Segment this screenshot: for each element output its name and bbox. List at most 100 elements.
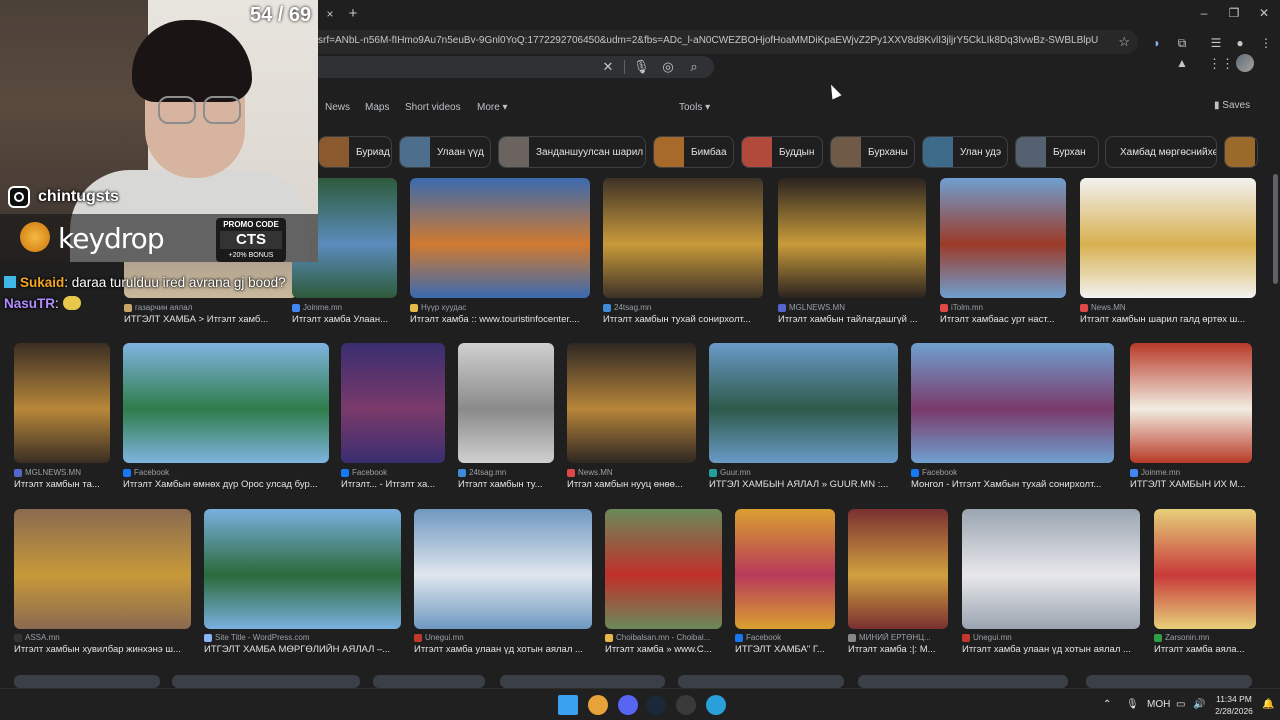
result-thumbnail[interactable] [605,509,722,629]
result-source[interactable]: Facebook [123,468,329,477]
reading-mode-icon[interactable]: ◗ [1150,36,1164,50]
clear-search-icon[interactable]: ✕ [600,59,616,75]
new-tab-button[interactable]: + [344,5,362,23]
result-thumbnail[interactable] [14,675,160,688]
result-thumbnail[interactable] [458,343,554,463]
image-result-card[interactable]: MGLNEWS.MN Итгэлт хамбын тайлагдашгүй ... [778,178,926,332]
result-title[interactable]: Итгэлт хамбын шарил галд өртөх ш... [1080,314,1256,325]
image-result-card[interactable]: Guur.mn ИТГЭЛ ХАМБЫН АЯЛАЛ » GUUR.MN :... [709,343,898,497]
result-thumbnail[interactable] [1080,178,1256,298]
minimize-icon[interactable]: – [1196,6,1212,20]
saves-button[interactable]: ▮ Saves [1214,100,1250,111]
result-title[interactable]: ИТГЭЛТ ХАМБА > Итгэлт хамб... [124,314,297,325]
result-source[interactable]: MGLNEWS.MN [14,468,110,477]
result-thumbnail[interactable] [709,343,898,463]
image-result-card[interactable]: News.MN Итгэлт хамбын шарил галд өртөх ш.… [1080,178,1256,332]
image-result-card[interactable]: ASSA.mn Итгэлт хамбын хувилбар жинхэнэ ш.… [14,509,191,662]
result-title[interactable]: Итгэлт хамба аяла... [1154,644,1256,655]
google-apps-icon[interactable]: ⋮⋮ [1208,56,1234,72]
bookmark-star-icon[interactable]: ☆ [1118,34,1130,50]
result-thumbnail[interactable] [500,675,665,688]
discord-icon[interactable] [618,695,638,715]
tab-close-button[interactable]: × [322,6,338,22]
image-result-card[interactable]: Facebook ИТГЭЛТ ХАМБА" Г... [735,509,835,662]
image-result-card[interactable]: Нүүр хуудасИтгэлт хамба :: www.touristin… [410,178,590,332]
obs-icon[interactable] [676,695,696,715]
volume-icon[interactable]: 🔊 [1193,699,1205,710]
result-source[interactable]: Joinme.mn [1130,468,1252,477]
result-thumbnail[interactable] [14,509,191,629]
profile-icon[interactable]: ● [1233,36,1247,50]
chrome-icon[interactable] [588,695,608,715]
image-result-card[interactable]: News.MN Итгэл хамбын нууц өнөө... [567,343,696,497]
result-thumbnail[interactable] [962,509,1140,629]
image-result-card[interactable]: Unegui.mn Итгэлт хамба улаан үд хотын аял… [962,509,1140,662]
image-result-card[interactable]: Facebook Итгэлт... - Итгэлт ха... [341,343,445,497]
result-source[interactable]: Site Title - WordPress.com [204,633,401,642]
result-source[interactable]: Unegui.mn [414,633,592,642]
clock-time[interactable]: 11:34 PM [1212,694,1256,704]
result-source[interactable]: Zarsonin.mn [1154,633,1256,642]
result-title[interactable]: Итгэлт... - Итгэлт ха... [341,479,445,490]
result-thumbnail[interactable] [373,675,485,688]
result-thumbnail[interactable] [858,675,1068,688]
telegram-icon[interactable] [706,695,726,715]
result-title[interactable]: Итгэлт хамба :: www.touristinfocenter...… [410,314,590,325]
chip-3[interactable]: Занданшуулсан шарил [498,136,646,168]
image-result-card[interactable]: 24tsag.mn Итгэлт хамбын ту... [458,343,554,497]
image-result-card[interactable]: Zarsonin.mn Итгэлт хамба аяла... [1154,509,1256,662]
input-language[interactable]: MOH [1147,699,1170,710]
nav-more[interactable]: More ▾ [477,102,508,113]
result-thumbnail[interactable] [414,509,592,629]
chip-9[interactable]: Хамбад мөргөснийхөө [1105,136,1217,168]
account-avatar[interactable] [1236,54,1254,72]
result-thumbnail[interactable] [172,675,360,688]
labs-icon[interactable]: ▲ [1176,56,1188,70]
result-thumbnail[interactable] [603,178,763,298]
result-source[interactable]: Facebook [911,468,1114,477]
result-source[interactable]: Unegui.mn [962,633,1140,642]
nav-news[interactable]: News [325,102,350,113]
result-thumbnail[interactable] [778,178,926,298]
search-box[interactable]: ✕ 🎙 ◎ ⌕ [300,56,714,78]
windows-start-icon[interactable] [558,695,578,715]
result-thumbnail[interactable] [911,343,1114,463]
result-source[interactable]: Нүүр хуудас [410,303,590,312]
result-source[interactable]: News.MN [1080,303,1256,312]
result-title[interactable]: Итгэлт хамбын та... [14,479,110,490]
image-result-card[interactable]: МИНИЙ ЕРТӨНЦ... Итгэлт хамба :|: М... [848,509,948,662]
result-thumbnail[interactable] [678,675,844,688]
chip-10[interactable] [1224,136,1258,168]
result-title[interactable]: Итгэлт хамба » www.C... [605,644,722,655]
result-title[interactable]: Итгэлт хамбын хувилбар жинхэнэ ш... [14,644,191,655]
result-source[interactable]: 24tsag.mn [603,303,763,312]
image-result-card[interactable]: MGLNEWS.MN Итгэлт хамбын та... [14,343,110,497]
result-thumbnail[interactable] [1086,675,1252,688]
address-bar[interactable]: srf=ANbL-n56M-fIHmo9Au7n5euBv-9Gnl0YoQ:1… [300,30,1138,54]
vertical-scrollbar[interactable] [1270,56,1280,688]
image-result-card[interactable]: Joinme.mn ИТГЭЛТ ХАМБЫН ИХ М... [1130,343,1252,497]
result-source[interactable]: Choibalsan.mn - Choibal... [605,633,722,642]
chip-7[interactable]: Улан удэ [922,136,1008,168]
result-thumbnail[interactable] [204,509,401,629]
result-title[interactable]: ИТГЭЛТ ХАМБА" Г... [735,644,835,655]
network-icon[interactable]: ▭ [1176,699,1185,710]
result-title[interactable]: Итгэлт хамбаас урт наст... [940,314,1066,325]
tab-search-icon[interactable]: ☰ [1209,36,1223,50]
tray-overflow-icon[interactable]: ⌃ [1103,699,1111,710]
steam-icon[interactable] [646,695,666,715]
nav-short-videos[interactable]: Short videos [405,102,461,113]
clock-date[interactable]: 2/28/2026 [1210,706,1258,716]
search-icon[interactable]: ⌕ [686,59,702,75]
result-thumbnail[interactable] [567,343,696,463]
chip-4[interactable]: Бимбаа [653,136,734,168]
result-source[interactable]: 24tsag.mn [458,468,554,477]
image-result-card[interactable]: iTolm.mn Итгэлт хамбаас урт наст... [940,178,1066,332]
chip-8[interactable]: Бурхан [1015,136,1099,168]
maximize-icon[interactable]: ❐ [1226,6,1242,20]
result-title[interactable]: ИТГЭЛТ ХАМБА МӨРГӨЛИЙН АЯЛАЛ –... [204,644,401,655]
close-window-icon[interactable]: ✕ [1256,6,1272,20]
result-source[interactable]: iTolm.mn [940,303,1066,312]
result-source[interactable]: Facebook [341,468,445,477]
result-source[interactable]: News.MN [567,468,696,477]
